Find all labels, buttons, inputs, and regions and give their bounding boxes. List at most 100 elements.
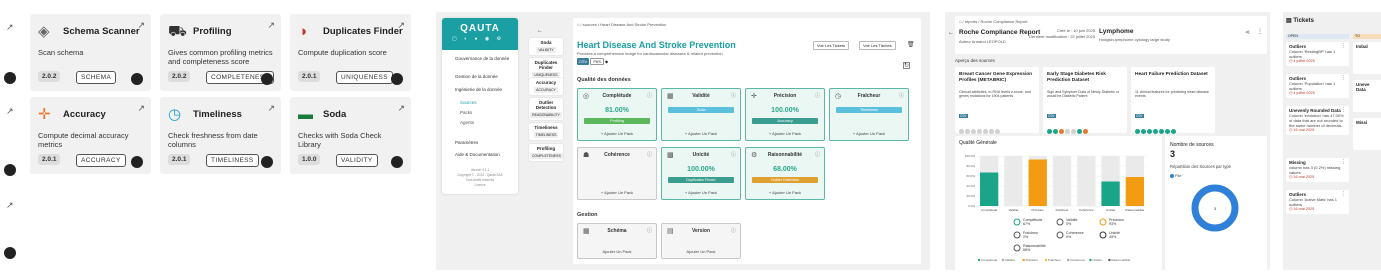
quality-card[interactable]: ✛ Précision ⓘ 100.00% Accuracy + Ajouter Un P… (745, 88, 825, 141)
add-pack-button[interactable]: + Ajouter Un Pack (746, 131, 824, 136)
ticket-card[interactable]: Uneve Data (1353, 80, 1381, 112)
add-pack-button[interactable]: + Ajouter Un Pack (578, 190, 656, 195)
subnav-item[interactable]: Sources (460, 100, 477, 105)
info-icon[interactable]: ⓘ (899, 92, 904, 99)
add-pack-button[interactable]: + Ajouter Un Pack (578, 131, 656, 136)
pack-card[interactable]: ◷ Timeliness ↗ Check freshness from date co… (160, 97, 281, 174)
breadcrumb[interactable]: ⌂ / reports / Roche Compliance Report (959, 19, 1027, 24)
github-icon[interactable] (391, 156, 403, 168)
add-pack-button[interactable]: Ajouter Un Pack (578, 249, 656, 254)
view-tasks-button[interactable]: Voir Les Tâches (859, 41, 896, 50)
attached-pack[interactable]: Soda VALIDITY (529, 38, 563, 55)
pack-card[interactable]: ◈ Schema Scanner ↗ Scan schema 2.0.2 SCHEMA (30, 14, 151, 91)
ticket-card[interactable]: Missing column has 3 (0.2%) missing value… (1286, 158, 1349, 182)
add-pack-button[interactable]: Ajouter Un Pack (662, 249, 740, 254)
more-icon[interactable]: ⋮ (1341, 192, 1346, 197)
more-icon[interactable]: ⋮ (1341, 44, 1346, 49)
nav-item[interactable]: Aide & Documentation (446, 152, 500, 157)
quality-card[interactable]: ◎ Complétude ⓘ 81.00% Profiling + Ajouter Un … (577, 88, 657, 141)
dimension-score: 68.00% (773, 166, 797, 173)
external-link-icon[interactable]: ↗ (267, 20, 275, 31)
external-link-icon[interactable]: ↗ (267, 103, 275, 114)
info-icon[interactable]: ⓘ (731, 92, 736, 99)
ticket-card[interactable]: Missi (1353, 118, 1381, 150)
info-icon[interactable]: ⓘ (815, 151, 820, 158)
info-icon[interactable]: ⓘ (731, 227, 736, 234)
info-icon[interactable]: ⓘ (647, 227, 652, 234)
gestion-card[interactable]: ▤ Version ⓘ Ajouter Un Pack (661, 223, 741, 259)
github-icon[interactable] (4, 164, 16, 176)
column-open: OPEN (1286, 34, 1349, 39)
attached-pack[interactable]: Timeliness TIMELINESS (529, 123, 563, 140)
subnav-item[interactable]: Packs (460, 110, 472, 115)
source-card[interactable]: Breast Cancer Gene Expression Profiles (… (955, 67, 1039, 135)
ticket-card[interactable]: Outliers Column 'RestingBP' has 1 outlier… (1286, 42, 1349, 66)
view-tickets-button[interactable]: Voir Les Tickets (813, 41, 850, 50)
quality-card[interactable]: ▩ Unicité ⓘ 100.00% Duplicates Finder + Ajout… (661, 147, 741, 200)
more-icon[interactable]: ⋮ (1257, 28, 1263, 35)
logo-toolbar-icons[interactable]: ▢ ◐ ● ◉ ⚙ (452, 36, 504, 42)
more-icon[interactable]: ⋮ (1341, 76, 1346, 81)
ticket-card[interactable]: Outliers Column 'Active Mats' has 1 outli… (1286, 190, 1349, 214)
quality-card[interactable]: ⚙ Raisonnabilité ⓘ 68.00% Outlier Detection +… (745, 147, 825, 200)
pack-card[interactable]: ⛟ Profiling ↗ Gives common profiling metric… (160, 14, 281, 91)
add-pack-button[interactable]: + Ajouter Un Pack (662, 131, 740, 136)
nb-sources-label: Nombre de sources (1170, 142, 1214, 148)
gestion-section-title: Gestion (577, 212, 598, 218)
source-card[interactable]: Heart Failure Prediction Dataset 11 clini… (1131, 67, 1215, 135)
share-icon[interactable]: ⋖ (1245, 29, 1250, 36)
gestion-card[interactable]: ▦ Schéma ⓘ Ajouter Un Pack (577, 223, 657, 259)
nav-item[interactable]: Gouvernance de la donnée (446, 56, 514, 61)
add-pack-button[interactable]: + Ajouter Un Pack (662, 190, 740, 195)
quality-card[interactable]: ☗ Cohérence ⓘ + Ajouter Un Pack (577, 147, 657, 200)
github-icon[interactable] (4, 72, 16, 84)
more-icon[interactable]: ⋮ (1341, 108, 1346, 113)
info-icon[interactable]: ⓘ (647, 92, 652, 99)
attached-pack[interactable]: Duplicates Finder UNIQUENESS (529, 58, 563, 80)
nav-item[interactable]: Ingénierie de la donnée (446, 87, 514, 92)
source-card[interactable]: Early Stage Diabetes Risk Prediction Dat… (1043, 67, 1127, 135)
external-link-icon[interactable]: ↗ (6, 106, 14, 117)
dimension-score: 81.00% (605, 107, 629, 114)
info-icon[interactable]: ⓘ (647, 151, 652, 158)
github-icon[interactable] (391, 73, 403, 85)
info-icon[interactable]: ⓘ (731, 151, 736, 158)
add-pack-button[interactable]: + Ajouter Un Pack (830, 131, 908, 136)
tickets-board: ▤ Tickets OPEN TO Outliers Column 'Restin… (1283, 12, 1381, 270)
external-link-icon[interactable]: ↗ (137, 103, 145, 114)
ticket-card[interactable]: Unevenly Rounded Data Column 'evolution' … (1286, 106, 1349, 135)
nav-item[interactable]: Paramètres (446, 140, 478, 145)
external-link-icon[interactable]: ↗ (397, 20, 405, 31)
quality-card[interactable]: ◷ Fraîcheur ⓘ Timeliness + Ajouter Un Pack (829, 88, 909, 141)
github-icon[interactable] (4, 247, 16, 259)
pack-card[interactable]: ✛ Accuracy ↗ Compute decimal accuracy metri… (30, 97, 151, 174)
trash-icon[interactable]: 🗑 (907, 41, 915, 48)
external-link-icon[interactable]: ↗ (6, 22, 14, 33)
pack-card[interactable]: ◑ Duplicates Finder ↗ Compute duplication s… (290, 14, 411, 91)
breadcrumb[interactable]: ⌂ / sources / Heart Disease And Stroke P… (577, 22, 666, 27)
github-icon[interactable] (261, 156, 273, 168)
external-link-icon[interactable]: ↗ (137, 20, 145, 31)
attached-pack[interactable]: Accuracy ACCURACY (529, 78, 563, 95)
dimension-name: Validité (692, 93, 710, 99)
nav-item[interactable]: Gestion de la donnée (446, 74, 514, 79)
ticket-card[interactable]: Outliers Column 'Population' has 1 outlie… (1286, 74, 1349, 98)
back-arrow-icon[interactable]: ← (948, 30, 954, 36)
external-link-icon[interactable]: ↗ (6, 200, 14, 211)
github-icon[interactable] (131, 156, 143, 168)
github-icon[interactable] (261, 73, 273, 85)
external-link-icon[interactable]: ↗ (397, 103, 405, 114)
info-icon[interactable]: ⓘ (815, 92, 820, 99)
quality-card[interactable]: ▦ Validité ⓘ Soda + Ajouter Un Pack (661, 88, 741, 141)
attached-pack[interactable]: Profiling COMPLETENESS (529, 144, 563, 161)
back-arrow-icon[interactable]: ← (537, 28, 543, 34)
subnav-item[interactable]: Agents (460, 120, 474, 125)
quality-section-title: Qualité des données (577, 77, 631, 83)
github-icon[interactable] (131, 73, 143, 85)
refresh-icon[interactable]: ↻ (903, 62, 910, 69)
attached-pack[interactable]: Outlier Detection REASONABILITY (529, 98, 563, 120)
pack-card[interactable]: ▬ Soda ↗ Checks with Soda Check Library 1.0.… (290, 97, 411, 174)
ticket-card[interactable]: Imbal (1353, 42, 1381, 74)
add-pack-button[interactable]: + Ajouter Un Pack (746, 190, 824, 195)
more-icon[interactable]: ⋮ (1341, 160, 1346, 165)
